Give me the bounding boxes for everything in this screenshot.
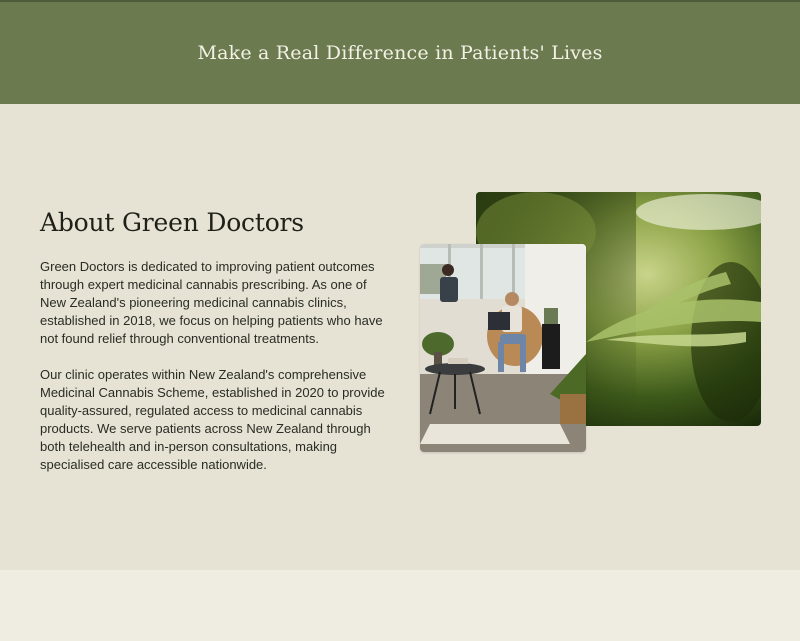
footer-band [0,570,800,641]
about-section: About Green Doctors Green Doctors is ded… [0,104,800,570]
clinic-waiting-room-photo [420,244,586,452]
banner-title: Make a Real Difference in Patients' Live… [197,42,603,64]
about-paragraph-2: Our clinic operates within New Zealand's… [40,367,385,472]
banner: Make a Real Difference in Patients' Live… [0,0,800,104]
about-heading: About Green Doctors [40,208,304,237]
about-paragraph-1: Green Doctors is dedicated to improving … [40,259,383,346]
